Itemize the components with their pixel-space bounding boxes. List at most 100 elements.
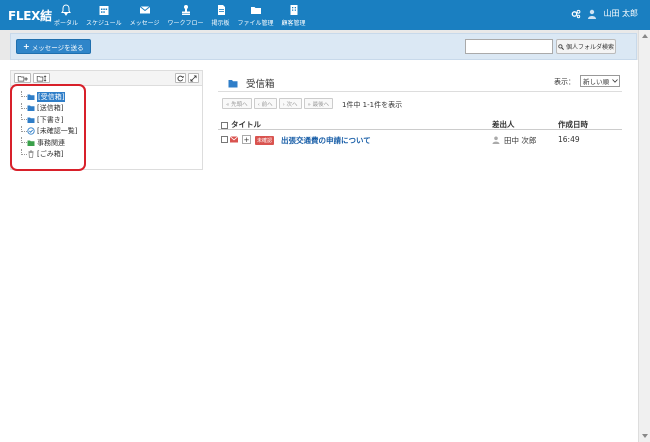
folder-icon [27, 94, 35, 100]
tree-branch [21, 102, 27, 109]
refresh-icon [177, 75, 184, 81]
nav-label: ワークフロー [167, 20, 204, 27]
folder-sort-icon [36, 74, 46, 82]
first-page-button[interactable]: « 先頭へ [222, 98, 252, 109]
folder-label: [ごみ箱] [37, 150, 64, 159]
envelope-icon [139, 6, 150, 14]
folder-label: [下書き] [37, 115, 64, 124]
row-checkbox[interactable] [221, 136, 228, 145]
page-title: 受信箱 [228, 76, 275, 90]
folder-trash[interactable]: [ごみ箱] [21, 148, 95, 161]
next-page-button[interactable]: › 次へ [278, 98, 302, 109]
refresh-button[interactable] [175, 73, 186, 83]
nav-bulletin[interactable]: 掲示板 [212, 0, 230, 30]
folder-icon [250, 7, 261, 14]
folder-plus-icon [17, 75, 28, 81]
tree-branch [21, 91, 27, 97]
table-header: タイトル 差出人 作成日時 [218, 116, 622, 130]
scroll-up-arrow-icon[interactable] [642, 34, 648, 38]
nav-label: ファイル管理 [237, 20, 274, 27]
nav-workflow[interactable]: ワークフロー [168, 0, 204, 30]
column-sender[interactable]: 差出人 [492, 119, 515, 130]
app-logo[interactable]: FLEX結 [8, 7, 52, 24]
folder-panel-toolbar [11, 71, 202, 86]
folder-label: [送信箱] [37, 104, 64, 113]
user-area: 山田 太郎 [571, 8, 638, 19]
result-count: 1件中 1-1件を表示 [342, 101, 403, 109]
bell-icon [61, 4, 71, 16]
folder-icon [27, 117, 35, 123]
folder-unconfirmed[interactable]: [未確認一覧] [21, 125, 95, 138]
status-badge: 未確認 [255, 136, 275, 145]
personal-folder-search-input[interactable] [465, 39, 553, 54]
folder-icon [228, 79, 238, 87]
calendar-icon [99, 6, 109, 15]
user-name[interactable]: 山田 太郎 [603, 8, 638, 19]
nav-label: メッセージ [129, 20, 160, 27]
tree-branch [21, 114, 27, 120]
expand-button[interactable] [188, 73, 199, 83]
message-subject-link[interactable]: 出張交通費の申請について [281, 135, 371, 146]
envelope-icon [230, 136, 238, 143]
personal-folder-search-button[interactable]: 個人フォルダ検索 [556, 39, 616, 54]
last-page-button[interactable]: » 最後へ [303, 98, 334, 109]
folder-drafts[interactable]: [下書き] [21, 114, 95, 126]
prev-page-button[interactable]: ‹ 前へ [253, 98, 277, 109]
sort-order-value: 新しい順 [583, 78, 609, 86]
check-circle-icon [27, 127, 35, 135]
folder-label: [受信箱] [37, 91, 66, 102]
folder-outbox[interactable]: [送信箱] [21, 102, 95, 115]
nav-schedule[interactable]: スケジュール [86, 0, 122, 30]
page-scrollbar[interactable] [638, 30, 650, 442]
send-message-label: メッセージを送る [31, 43, 84, 52]
nav-label: 顧客管理 [281, 20, 306, 27]
message-list-header: 受信箱 表示： 新しい順 [218, 70, 622, 92]
nav-message[interactable]: メッセージ [130, 0, 160, 30]
send-message-button[interactable]: + メッセージを送る [16, 39, 91, 54]
folder-icon [27, 105, 35, 112]
sort-folder-button[interactable] [33, 73, 50, 83]
expand-row-button[interactable]: + [242, 135, 251, 144]
column-date[interactable]: 作成日時 [558, 119, 588, 130]
display-label: 表示： [554, 78, 575, 86]
page-title-text: 受信箱 [246, 79, 275, 90]
pager: « 先頭へ ‹ 前へ › 次へ » 最後へ [222, 98, 334, 109]
nav-file-management[interactable]: ファイル管理 [238, 0, 274, 30]
add-folder-button[interactable] [14, 73, 31, 83]
folder-tree: [受信箱] [送信箱] [下書き] [未確認一覧] 事務関連 [ごみ箱] [21, 91, 95, 160]
settings-icon[interactable] [571, 9, 581, 19]
nav-label: ポータル [54, 20, 79, 27]
sender-name[interactable]: 田中 次郎 [504, 135, 536, 146]
trash-icon [28, 150, 34, 159]
tree-branch [21, 148, 27, 155]
building-icon [290, 5, 298, 15]
top-navigation-bar: FLEX結 ポータル スケジュール メッセージ ワークフロー 掲示板 ファイル管… [0, 0, 650, 30]
nav-customer-management[interactable]: 顧客管理 [282, 0, 306, 30]
folder-office-related[interactable]: 事務関連 [21, 137, 95, 149]
action-toolbar: + メッセージを送る 個人フォルダ検索 [10, 33, 637, 60]
tree-branch [21, 125, 27, 132]
search-icon [558, 43, 564, 50]
chevron-down-icon [612, 79, 618, 83]
main-nav: ポータル スケジュール メッセージ ワークフロー 掲示板 ファイル管理 顧客管理 [54, 0, 314, 30]
table-row[interactable]: + 未確認 出張交通費の申請について 田中 次郎 16:49 [218, 132, 622, 148]
created-time: 16:49 [558, 135, 580, 144]
sort-order-select[interactable]: 新しい順 [580, 75, 620, 87]
document-icon [217, 5, 225, 15]
nav-label: スケジュール [86, 20, 122, 27]
search-button-label: 個人フォルダ検索 [565, 44, 614, 51]
nav-label: 掲示板 [211, 20, 230, 27]
folder-panel: [受信箱] [送信箱] [下書き] [未確認一覧] 事務関連 [ごみ箱] [10, 70, 203, 170]
user-icon [588, 9, 597, 19]
user-icon [492, 136, 500, 144]
nav-portal[interactable]: ポータル [54, 0, 78, 30]
folder-inbox[interactable]: [受信箱] [21, 91, 95, 103]
tree-branch [21, 137, 27, 143]
expand-icon [190, 74, 197, 82]
scroll-down-arrow-icon[interactable] [642, 434, 648, 438]
stamp-icon [181, 5, 190, 15]
folder-label: 事務関連 [37, 138, 65, 147]
plus-icon: + [23, 42, 30, 51]
folder-icon [27, 140, 35, 146]
column-title[interactable]: タイトル [231, 119, 261, 130]
